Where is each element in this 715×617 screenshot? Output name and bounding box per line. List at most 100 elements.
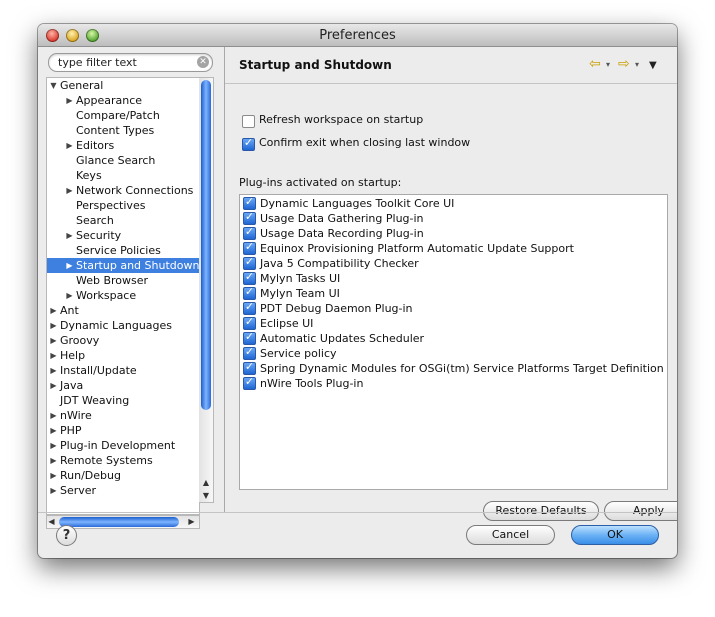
plugin-list-item[interactable]: Usage Data Recording Plug-in [240,225,667,241]
expand-arrow-icon[interactable]: ▶ [49,423,58,438]
expand-arrow-icon[interactable]: ▶ [49,438,58,453]
tree-item[interactable]: JDT Weaving [47,393,199,408]
expand-arrow-icon[interactable]: ▶ [49,408,58,423]
tree-item[interactable]: ▶ PHP [47,423,199,438]
tree-item-label: Glance Search [76,154,156,167]
tree-item[interactable]: ▶ Remote Systems [47,453,199,468]
tree-item[interactable]: Glance Search [47,153,199,168]
tree-item[interactable]: Compare/Patch [47,108,199,123]
expand-arrow-icon[interactable]: ▶ [49,348,58,363]
tree-item[interactable]: Content Types [47,123,199,138]
tree-item[interactable]: ▶ Run/Debug [47,468,199,483]
tree-item-label: Service Policies [76,244,161,257]
tree-item-label: Remote Systems [60,454,153,467]
tree-item[interactable]: ▶ Appearance [47,93,199,108]
restore-defaults-button[interactable]: Restore Defaults [483,501,599,521]
filter-field[interactable]: ✕ [48,53,213,72]
expand-arrow-icon[interactable]: ▶ [65,138,74,153]
view-menu-icon[interactable]: ▼ [649,60,657,71]
help-icon[interactable]: ? [56,525,77,546]
expand-arrow-icon[interactable]: ▶ [65,258,74,273]
plugin-checkbox[interactable] [243,360,256,375]
cancel-button[interactable]: Cancel [466,525,555,545]
expand-arrow-icon[interactable]: ▶ [49,333,58,348]
back-history-chevron-icon[interactable]: ▾ [606,60,610,69]
scroll-left-arrow-icon[interactable]: ◀ [46,515,57,528]
plugin-list-item[interactable]: Spring Dynamic Modules for OSGi(tm) Serv… [240,360,667,376]
plugin-checkbox[interactable] [243,270,256,285]
scroll-right-arrow-icon[interactable]: ▶ [186,515,197,528]
plugin-checkbox[interactable] [243,315,256,330]
plugin-list-item[interactable]: Dynamic Languages Toolkit Core UI [240,195,667,211]
tree-item[interactable]: Service Policies [47,243,199,258]
expand-arrow-icon[interactable]: ▶ [49,303,58,318]
plugin-list-item[interactable]: nWire Tools Plug-in [240,375,667,391]
expand-arrow-icon[interactable]: ▶ [49,483,58,498]
plugin-checkbox[interactable] [243,375,256,390]
plugin-list-item[interactable]: Service policy [240,345,667,361]
clear-search-icon[interactable]: ✕ [197,56,209,68]
expand-arrow-icon[interactable]: ▶ [49,318,58,333]
plugin-checkbox[interactable] [243,345,256,360]
scroll-up-arrow-icon[interactable]: ▲ [199,476,213,489]
plugin-list-item[interactable]: Eclipse UI [240,315,667,331]
expand-arrow-icon[interactable]: ▶ [49,468,58,483]
tree-item[interactable]: ▶ Install/Update [47,363,199,378]
plugin-checkbox[interactable] [243,225,256,240]
tree-item[interactable]: ▶ Server [47,483,199,498]
tree-item[interactable]: ▶ Workspace [47,288,199,303]
plugin-checkbox[interactable] [243,255,256,270]
plugin-checkbox[interactable] [243,240,256,255]
plugin-list-item[interactable]: Usage Data Gathering Plug-in [240,210,667,226]
tree-item[interactable]: ▶ Help [47,348,199,363]
back-arrow-icon[interactable]: ⇦ [589,56,601,72]
scroll-down-arrow-icon[interactable]: ▼ [199,489,213,502]
tree-vertical-scrollbar[interactable]: ▼ ▲ [199,77,214,503]
expand-arrow-icon[interactable]: ▶ [65,183,74,198]
plugin-checkbox[interactable] [243,300,256,315]
expand-arrow-icon[interactable]: ▶ [65,288,74,303]
apply-button[interactable]: Apply [604,501,677,521]
plugin-list-item[interactable]: Automatic Updates Scheduler [240,330,667,346]
plugin-checkbox[interactable] [243,330,256,345]
collapse-arrow-icon[interactable]: ▼ [49,78,58,93]
plugin-list-item[interactable]: Mylyn Tasks UI [240,270,667,286]
tree-item[interactable]: ▶ Editors [47,138,199,153]
tree-item[interactable]: Keys [47,168,199,183]
tree-item[interactable]: ▶ Dynamic Languages [47,318,199,333]
tree-item[interactable]: ▶ Network Connections [47,183,199,198]
forward-arrow-icon[interactable]: ⇨ [618,56,630,72]
expand-arrow-icon[interactable]: ▶ [49,363,58,378]
tree-item[interactable]: Web Browser [47,273,199,288]
title-bar[interactable]: Preferences [38,24,677,47]
plugin-list-item[interactable]: Equinox Provisioning Platform Automatic … [240,240,667,256]
expand-arrow-icon[interactable]: ▶ [49,378,58,393]
tree-item[interactable]: ▼ General [47,78,199,93]
ok-button[interactable]: OK [571,525,659,545]
tree-item[interactable]: ▶ Security [47,228,199,243]
tree-item[interactable]: ▶ Plug-in Development [47,438,199,453]
tree-item[interactable]: ▶ Ant [47,303,199,318]
plugin-list-item[interactable]: Mylyn Team UI [240,285,667,301]
tree-item[interactable]: ▶ Groovy [47,333,199,348]
tree-item[interactable]: Search [47,213,199,228]
confirm-exit-checkbox[interactable] [242,136,255,151]
plugin-list-item[interactable]: Java 5 Compatibility Checker [240,255,667,271]
expand-arrow-icon[interactable]: ▶ [65,93,74,108]
plugin-checkbox[interactable] [243,285,256,300]
plugin-label: Mylyn Team UI [260,287,340,300]
expand-arrow-icon[interactable]: ▶ [65,228,74,243]
plugin-checkbox[interactable] [243,195,256,210]
plugin-checkbox[interactable] [243,210,256,225]
tree-item[interactable]: ▶ nWire [47,408,199,423]
vertical-scroll-thumb[interactable] [201,80,211,410]
tree-item[interactable]: Perspectives [47,198,199,213]
filter-input[interactable] [58,55,188,69]
forward-history-chevron-icon[interactable]: ▾ [635,60,639,69]
expand-arrow-icon[interactable]: ▶ [49,453,58,468]
horizontal-scroll-thumb[interactable] [59,517,179,527]
tree-item[interactable]: ▶ Java [47,378,199,393]
plugin-list-item[interactable]: PDT Debug Daemon Plug-in [240,300,667,316]
tree-item[interactable]: ▶ Startup and Shutdown [47,258,199,273]
refresh-workspace-checkbox[interactable] [242,115,255,128]
